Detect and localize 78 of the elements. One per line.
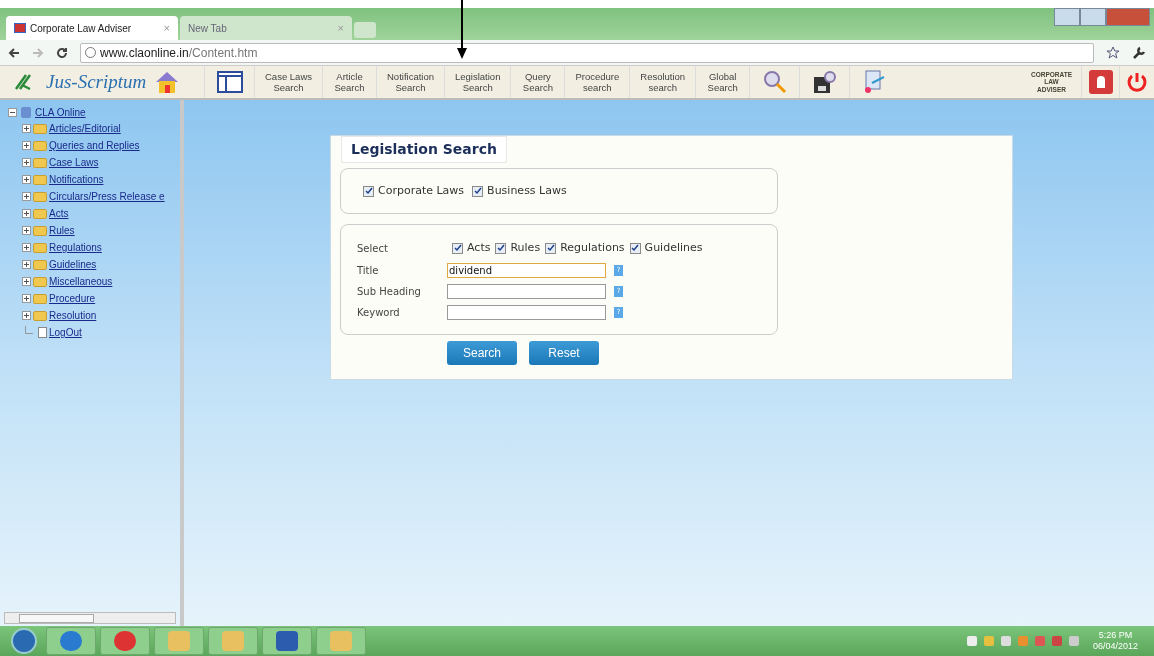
tree-link[interactable]: CLA Online — [35, 105, 86, 120]
toolbar-search-button[interactable]: Article Search — [323, 66, 377, 98]
tree-link[interactable]: Resolution — [49, 308, 97, 323]
form-button[interactable]: Reset — [529, 340, 599, 365]
checkbox[interactable] — [472, 185, 484, 197]
checkbox[interactable] — [495, 242, 507, 254]
tree-link[interactable]: Guidelines — [49, 257, 97, 272]
checkbox-label: Rules — [510, 240, 541, 256]
star-icon[interactable] — [1106, 45, 1120, 60]
text-field[interactable]: dividend — [447, 262, 606, 278]
expand-toggle-icon[interactable] — [22, 175, 31, 184]
user-icon[interactable] — [1088, 70, 1113, 94]
panel-title: Legislation Search — [341, 136, 507, 163]
back-icon[interactable] — [8, 46, 20, 59]
expand-toggle-icon[interactable] — [22, 124, 31, 133]
page-icon — [38, 327, 47, 338]
expand-toggle-icon[interactable] — [22, 226, 31, 235]
minimize-button[interactable] — [1054, 8, 1080, 26]
reload-icon[interactable] — [56, 46, 68, 59]
tree-link[interactable]: LogOut — [49, 325, 82, 340]
panel-layout-icon[interactable] — [216, 71, 243, 93]
checkbox[interactable] — [629, 242, 641, 254]
toolbar-search-button[interactable]: Notification Search — [377, 66, 445, 98]
horizontal-scrollbar[interactable] — [4, 612, 176, 624]
toolbar-search-button[interactable]: Resolution search — [630, 66, 697, 98]
toolbar-search-button[interactable]: Case Laws Search — [255, 66, 323, 98]
checkbox-label: Business Laws — [487, 182, 567, 199]
wrench-icon[interactable] — [1132, 45, 1146, 60]
address-field[interactable]: www.claonline.in/Content.htm — [80, 42, 1094, 63]
tree-link[interactable]: Acts — [49, 206, 69, 221]
tab-title: New Tab — [188, 21, 228, 36]
toolbar-search-button[interactable]: Legislation Search — [445, 66, 512, 98]
collapse-toggle-icon[interactable] — [8, 108, 17, 117]
expand-toggle-icon[interactable] — [22, 243, 31, 252]
expand-toggle-icon[interactable] — [22, 158, 31, 167]
tree-link[interactable]: Circulars/Press Release e — [49, 189, 165, 204]
toolbar-search-button[interactable]: Global Search — [696, 66, 751, 98]
field-label: Select — [357, 241, 389, 256]
power-icon[interactable] — [1126, 71, 1148, 93]
page-icon — [14, 23, 26, 33]
checkbox[interactable] — [545, 242, 557, 254]
checkbox-label: Acts — [467, 240, 491, 256]
form-button[interactable]: Search — [447, 340, 517, 365]
expand-toggle-icon[interactable] — [22, 311, 31, 320]
browser-tab[interactable]: Corporate Law Adviser × — [6, 16, 178, 40]
checkbox[interactable] — [452, 242, 463, 254]
expand-toggle-icon[interactable] — [22, 277, 31, 286]
text-field[interactable] — [447, 283, 606, 299]
tree-link[interactable]: Queries and Replies — [49, 138, 140, 153]
checkbox-label: Guidelines — [644, 240, 703, 256]
tree-link[interactable]: Procedure — [49, 291, 96, 306]
field-label: Keyword — [357, 305, 401, 320]
expand-toggle-icon[interactable] — [22, 192, 31, 201]
maximize-button[interactable] — [1080, 8, 1106, 26]
tree-link[interactable]: Case Laws — [49, 155, 99, 170]
tab-title: Corporate Law Adviser — [30, 21, 133, 36]
tree-link[interactable]: Notifications — [49, 172, 104, 187]
annotation-arrow — [456, 0, 468, 60]
checkbox-label: Corporate Laws — [378, 182, 465, 199]
app-logo: Jus-Scriptum — [46, 69, 147, 94]
field-label: Title — [357, 263, 380, 278]
tree-link[interactable]: Articles/Editorial — [49, 121, 121, 136]
browser-tab[interactable]: New Tab × — [180, 16, 352, 40]
checkbox-label: Regulations — [560, 240, 625, 256]
expand-toggle-icon[interactable] — [22, 294, 31, 303]
field-label: Sub Heading — [357, 284, 422, 299]
tree-link[interactable]: Rules — [49, 223, 75, 238]
disk-search-icon[interactable] — [811, 69, 838, 95]
tree-link[interactable]: Regulations — [49, 240, 102, 255]
search-icon[interactable] — [761, 69, 788, 95]
tree-link[interactable]: Miscellaneous — [49, 274, 113, 289]
text-field[interactable] — [447, 304, 606, 320]
checkbox[interactable] — [363, 185, 374, 197]
expand-toggle-icon[interactable] — [22, 209, 31, 218]
toolbar-search-button[interactable]: Procedure search — [565, 66, 631, 98]
toolbar-search-button[interactable]: Query Search — [511, 66, 566, 98]
expand-toggle-icon[interactable] — [22, 141, 31, 150]
expand-toggle-icon[interactable] — [22, 260, 31, 269]
